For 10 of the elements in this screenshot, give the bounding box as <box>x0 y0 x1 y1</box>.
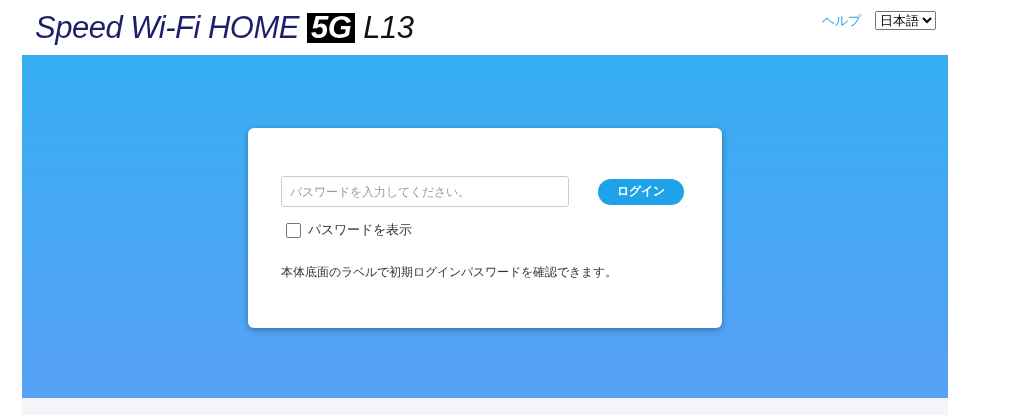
checkbox-label: パスワードを表示 <box>307 221 412 239</box>
logo-badge: 5G <box>306 12 356 43</box>
help-text: 本体底面のラベルで初期ログインパスワードを確認できます。 <box>280 264 618 281</box>
logo-name: Speed Wi-Fi HOME <box>35 9 299 46</box>
login-button[interactable]: ログイン <box>597 178 684 205</box>
show-password-checkbox[interactable] <box>285 222 301 238</box>
help-link[interactable]: ヘルプ <box>822 11 861 30</box>
logo-model: L13 <box>363 9 414 46</box>
language-select[interactable]: 日本語 <box>875 11 936 30</box>
password-field[interactable]: パスワードを入力してください。 <box>280 176 569 207</box>
